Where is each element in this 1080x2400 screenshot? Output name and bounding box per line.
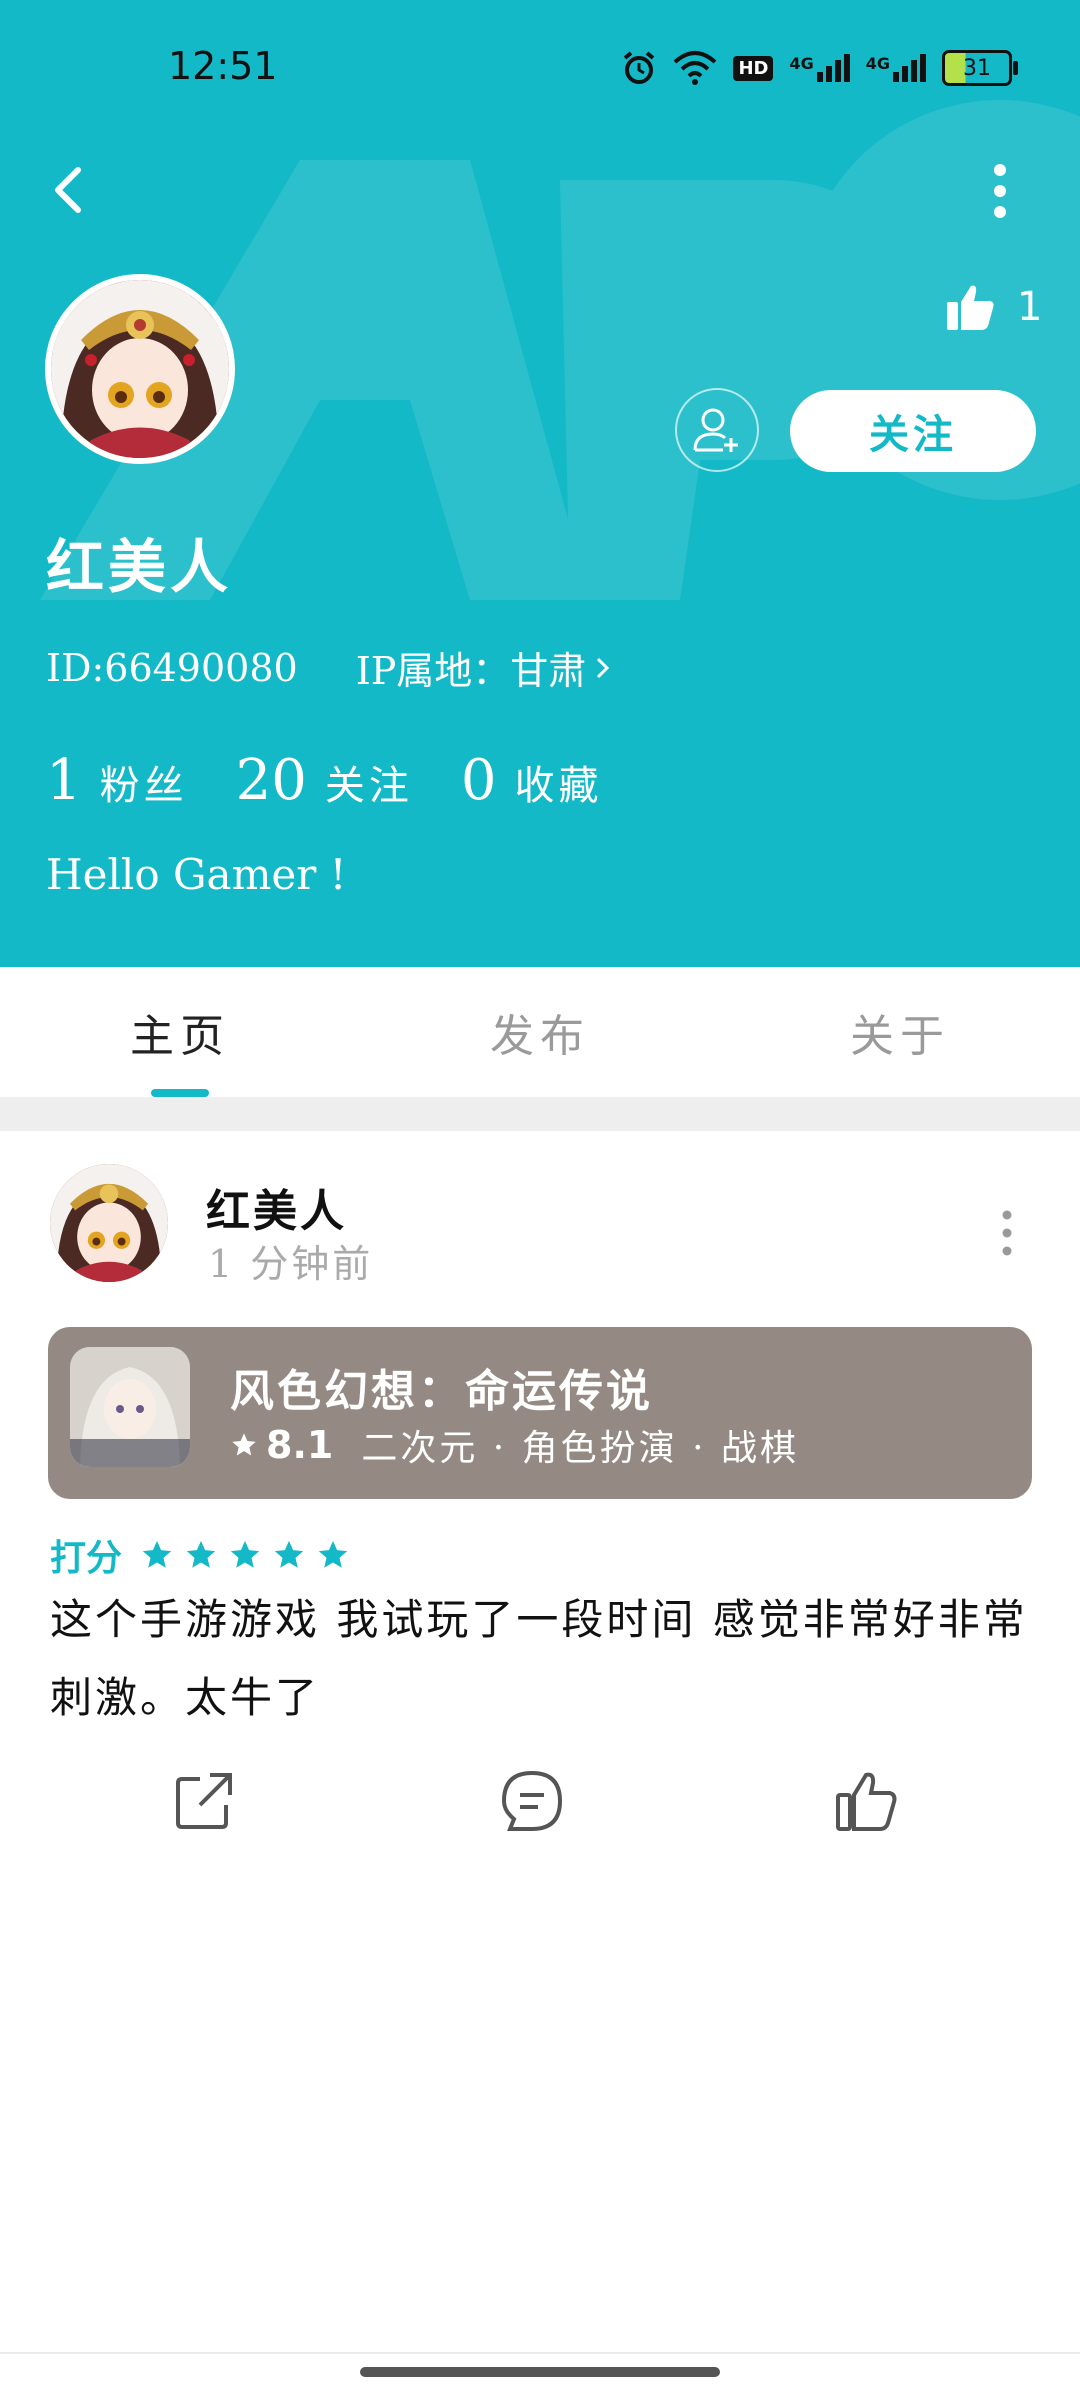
- status-icons: HD 4G 4G 31: [621, 46, 1018, 90]
- stat-num: 0: [460, 748, 497, 813]
- profile-tabs: 主页 发布 关于: [0, 967, 1080, 1097]
- game-meta: 8.1 二次元 · 角色扮演 · 战棋: [230, 1419, 799, 1471]
- chevron-right-icon: [597, 657, 610, 678]
- battery-icon: 31: [942, 50, 1018, 86]
- avatar-image: [51, 280, 229, 458]
- star-icon: [274, 1540, 304, 1568]
- profile-username: 红美人: [46, 533, 233, 601]
- stat-followers[interactable]: 1 粉丝: [46, 748, 188, 813]
- rating-row: 打分: [50, 1529, 350, 1581]
- back-icon: [55, 167, 81, 213]
- stat-following[interactable]: 20 关注: [236, 748, 413, 813]
- game-tags: 二次元 · 角色扮演 · 战棋: [361, 1428, 799, 1469]
- signal-label-2: 4G: [865, 54, 890, 73]
- follow-button[interactable]: 关注: [790, 390, 1036, 472]
- star-icon: [318, 1540, 348, 1568]
- more-icon: [994, 164, 1006, 218]
- tab-home[interactable]: 主页: [0, 967, 360, 1097]
- post-time: 1 分钟前: [208, 1242, 374, 1286]
- game-card[interactable]: 风色幻想：命运传说 8.1 二次元 · 角色扮演 · 战棋: [48, 1327, 1032, 1499]
- wifi-icon: [674, 51, 717, 85]
- status-bar: 12:51 HD 4G 4G 31: [0, 0, 1080, 132]
- profile-like[interactable]: 1: [945, 272, 1042, 342]
- game-name: 风色幻想：命运传说: [230, 1366, 653, 1417]
- signal-label: 4G: [789, 54, 814, 73]
- ip-location-text: IP属地：甘肃: [355, 649, 587, 693]
- status-time: 12:51: [168, 44, 278, 88]
- tab-posts[interactable]: 发布: [360, 967, 720, 1097]
- post-author[interactable]: 红美人: [206, 1175, 347, 1239]
- add-friend-icon: [693, 408, 738, 452]
- stat-label: 关注: [324, 763, 413, 809]
- signal-icon-2: 4G: [866, 54, 926, 82]
- battery-level: 31: [963, 55, 991, 81]
- star-icon: [232, 1433, 256, 1456]
- more-icon: [1002, 1210, 1012, 1256]
- bottom-divider: [0, 2352, 1080, 2354]
- user-id: ID:66490080: [46, 645, 298, 690]
- hd-icon: HD: [733, 55, 774, 81]
- post-avatar[interactable]: [50, 1164, 168, 1282]
- game-icon: [70, 1347, 190, 1467]
- thumbs-up-icon: [836, 1772, 897, 1831]
- game-score: 8.1: [266, 1423, 334, 1467]
- section-divider: [0, 1097, 1080, 1131]
- add-friend-button[interactable]: [675, 388, 759, 472]
- stat-label: 粉丝: [99, 763, 188, 809]
- comment-icon: [501, 1770, 563, 1831]
- post-actions: [0, 1761, 1080, 1841]
- home-indicator[interactable]: [360, 2367, 720, 2377]
- share-icon: [176, 1773, 232, 1829]
- like-count: 1: [1017, 284, 1043, 330]
- post-more-button[interactable]: [990, 1207, 1024, 1259]
- post-text: 这个手游游戏 我试玩了一段时间 感觉非常好非常刺激。太牛了: [50, 1595, 1028, 1722]
- comment-button[interactable]: [492, 1761, 572, 1841]
- profile-header: 12:51 HD 4G 4G 31 1 关注 红美人 ID:66490080 I…: [0, 0, 1080, 967]
- alarm-icon: [624, 51, 655, 84]
- avatar-image: [50, 1164, 168, 1282]
- profile-bio: Hello Gamer !: [46, 850, 347, 899]
- hd-label: HD: [738, 57, 769, 79]
- profile-stats: 1 粉丝 20 关注 0 收藏: [46, 748, 651, 813]
- ip-location-link[interactable]: IP属地：甘肃: [356, 640, 615, 695]
- profile-avatar[interactable]: [45, 274, 235, 464]
- back-button[interactable]: [40, 160, 100, 220]
- stat-num: 1: [46, 748, 82, 813]
- star-icon: [142, 1540, 172, 1568]
- share-button[interactable]: [164, 1761, 244, 1841]
- game-cover-image: [70, 1347, 190, 1467]
- id-row: ID:66490080 IP属地：甘肃: [46, 640, 614, 695]
- star-icon: [230, 1540, 260, 1568]
- rating-label: 打分: [50, 1537, 123, 1579]
- tab-about[interactable]: 关于: [720, 967, 1080, 1097]
- stat-label: 收藏: [514, 763, 603, 809]
- like-button[interactable]: [826, 1761, 906, 1841]
- stat-num: 20: [235, 748, 307, 813]
- star-icon: [186, 1540, 216, 1568]
- signal-icon: 4G: [789, 54, 850, 82]
- watermark-logo: [40, 100, 1080, 600]
- thumbs-up-icon: [947, 285, 994, 330]
- more-options-button[interactable]: [970, 158, 1030, 224]
- stat-favorites[interactable]: 0 收藏: [461, 748, 603, 813]
